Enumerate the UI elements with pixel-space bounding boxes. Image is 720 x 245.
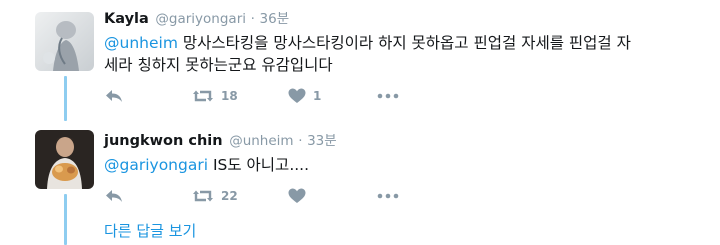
mention-link[interactable]: @unheim — [104, 34, 178, 52]
tweet-text-line: IS도 아니고.... — [208, 156, 310, 174]
more-button[interactable] — [377, 85, 399, 107]
tweet-text: @unheim 망사스타킹을 망사스타킹이라 하지 못하옵고 핀업걸 자세를 핀… — [104, 32, 704, 76]
reply-icon — [106, 190, 122, 202]
reply-button[interactable] — [104, 185, 124, 207]
display-name[interactable]: jungkwon chin — [104, 133, 223, 149]
retweet-icon — [193, 190, 213, 202]
retweet-count: 22 — [221, 189, 238, 203]
tweet: Kayla @gariyongari · 36분 @unheim 망사스타킹을 … — [0, 0, 720, 118]
user-handle[interactable]: @gariyongari — [155, 11, 246, 27]
tweet: jungkwon chin @unheim · 33분 @gariyongari… — [0, 122, 720, 212]
mention-link[interactable]: @gariyongari — [104, 156, 208, 174]
timestamp[interactable]: 36분 — [260, 11, 290, 27]
user-handle[interactable]: @unheim — [229, 133, 293, 149]
avatar[interactable] — [35, 130, 94, 189]
heart-icon — [288, 88, 306, 103]
heart-icon — [288, 188, 306, 203]
more-icon — [377, 193, 399, 199]
retweet-button[interactable]: 22 — [192, 185, 238, 207]
timestamp[interactable]: 33분 — [307, 133, 337, 149]
retweet-icon — [193, 90, 213, 102]
tweet-header: Kayla @gariyongari · 36분 — [104, 10, 289, 28]
separator-dot: · — [250, 11, 255, 27]
more-button[interactable] — [377, 185, 399, 207]
tweet-text: @gariyongari IS도 아니고.... — [104, 154, 704, 176]
reply-button[interactable] — [104, 85, 124, 107]
like-count: 1 — [313, 89, 322, 103]
tweet-header: jungkwon chin @unheim · 33분 — [104, 132, 337, 150]
reply-icon — [106, 90, 122, 102]
display-name[interactable]: Kayla — [104, 11, 149, 27]
tweet-text-line: 망사스타킹을 망사스타킹이라 하지 못하옵고 핀업걸 자세를 핀업걸 자 — [177, 34, 631, 52]
show-more-replies-link[interactable]: 다른 답글 보기 — [104, 220, 196, 241]
retweet-count: 18 — [221, 89, 238, 103]
tweet-text-line: 세라 칭하지 못하는군요 유감입니다 — [104, 56, 333, 74]
like-button[interactable] — [288, 185, 313, 207]
more-icon — [377, 93, 399, 99]
retweet-button[interactable]: 18 — [192, 85, 238, 107]
like-button[interactable]: 1 — [288, 85, 321, 107]
avatar[interactable] — [35, 12, 94, 71]
separator-dot: · — [298, 133, 303, 149]
